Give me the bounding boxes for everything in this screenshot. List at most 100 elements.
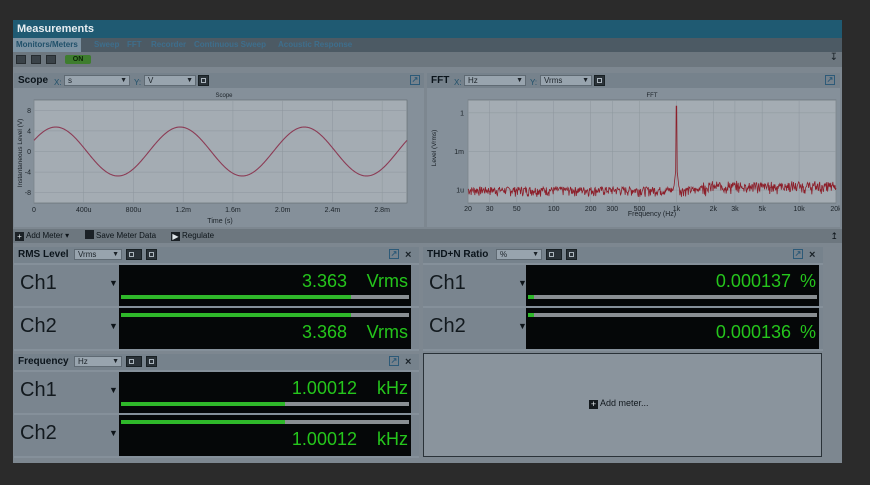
fft-x-unit-value: Hz (468, 76, 478, 85)
fft-popout-icon[interactable]: ↗ (825, 75, 835, 85)
thdn-settings-button[interactable] (566, 249, 577, 260)
add-meter-button[interactable]: + Add Meter ▾ (15, 229, 69, 243)
regulate-button[interactable]: ▶ Regulate (171, 229, 214, 243)
thdn-ch1-unit: % (799, 271, 816, 291)
scope-y-tick-label: -4 (25, 170, 31, 177)
frequency-ch2-name: Ch2 (20, 422, 57, 444)
thdn-header: THD+N Ratio % ▼ ↗ × (423, 247, 823, 263)
rms-level-panel: RMS Level Vrms ▼ ↗ × Ch1 ▼ 3.363 Vrms Ch2… (14, 247, 419, 351)
rms-unit-value: Vrms (78, 250, 97, 259)
tab-fft[interactable]: FFT (124, 38, 145, 52)
rms-ch1-unit: Vrms (366, 271, 408, 291)
scope-y-tick-label: 4 (27, 128, 31, 135)
scope-settings-button[interactable] (198, 75, 209, 86)
rms-close-icon[interactable]: × (405, 248, 411, 263)
tab-recorder[interactable]: Recorder (148, 38, 189, 52)
meter-view-icon[interactable] (31, 55, 41, 64)
thdn-unit-value: % (500, 250, 508, 259)
rms-ch1-readout: 3.363 Vrms (119, 265, 411, 306)
frequency-header: Frequency Hz ▼ ↗ × (14, 354, 419, 370)
fft-x-unit-select[interactable]: Hz ▼ (464, 75, 526, 86)
rms-unit-select[interactable]: Vrms ▼ (74, 249, 122, 260)
fft-y-unit-select[interactable]: Vrms ▼ (540, 75, 592, 86)
frequency-title: Frequency (18, 356, 69, 367)
chevron-down-icon: ▼ (582, 77, 589, 84)
thdn-popout-icon[interactable]: ↗ (793, 249, 803, 259)
scope-y-axis-label: Instantaneous Level (V) (17, 119, 24, 188)
tab-acoustic-response[interactable]: Acoustic Response (275, 38, 355, 52)
thdn-ch1-bar-fill (528, 295, 534, 299)
thdn-ch1-bar (528, 295, 817, 299)
fft-title: FFT (431, 75, 450, 86)
scope-x-axis-label: Time (s) (207, 218, 232, 225)
fft-x-tick-label: 20 (464, 206, 472, 213)
regulate-label: Regulate (182, 231, 215, 240)
fft-x-tick-label: 20k (830, 206, 840, 213)
graph-view-icon[interactable] (46, 55, 56, 64)
scope-x-tick-label: 2.8m (374, 207, 390, 214)
scope-popout-icon[interactable]: ↗ (410, 75, 420, 85)
rms-settings-button[interactable] (146, 249, 157, 260)
rms-popout-icon[interactable]: ↗ (389, 249, 399, 259)
thdn-ch2-bar (528, 313, 817, 317)
chevron-down-icon[interactable]: ▼ (109, 321, 118, 331)
thdn-ch1-row: Ch1 ▼ 0.000137 % (423, 265, 823, 306)
frequency-settings-button[interactable] (146, 356, 157, 367)
thdn-graph-button[interactable] (546, 249, 562, 260)
tab-continuous-sweep[interactable]: Continuous Sweep (191, 38, 269, 52)
frequency-ch2-unit: kHz (377, 429, 408, 449)
frequency-unit-value: Hz (78, 357, 88, 366)
fft-x-tick-label: 30 (486, 206, 494, 213)
scope-x-tick-label: 2.4m (325, 207, 341, 214)
fft-chart-title: FFT (647, 93, 658, 99)
thdn-close-icon[interactable]: × (809, 248, 815, 263)
layout-grid-icon[interactable] (16, 55, 26, 64)
add-meter-placeholder-label: Add meter... (600, 398, 649, 408)
scope-y-unit-select[interactable]: V ▼ (144, 75, 196, 86)
tab-sweep[interactable]: Sweep (91, 38, 122, 52)
thdn-ch1-name: Ch1 (429, 272, 466, 294)
scope-x-tick-label: 2.0m (275, 207, 291, 214)
add-meter-placeholder[interactable]: + Add meter... (589, 398, 649, 409)
on-toggle[interactable]: ON (65, 55, 91, 64)
frequency-ch1-value: 1.00012 (291, 378, 357, 398)
frequency-popout-icon[interactable]: ↗ (389, 356, 399, 366)
tab-monitors-meters[interactable]: Monitors/Meters (13, 38, 81, 52)
fft-y-axis-label: Level (Vrms) (431, 130, 438, 167)
frequency-ch1-row: Ch1 ▼ 1.00012 kHz (14, 372, 419, 413)
frequency-close-icon[interactable]: × (405, 355, 411, 370)
fft-x-axis-label: Frequency (Hz) (628, 211, 676, 218)
rms-ch1-row: Ch1 ▼ 3.363 Vrms (14, 265, 419, 306)
frequency-graph-button[interactable] (126, 356, 142, 367)
frequency-ch2-bar (121, 420, 409, 424)
chevron-down-icon[interactable]: ▼ (109, 278, 118, 288)
expand-icon[interactable]: ↥ (830, 229, 838, 243)
scope-x-unit-select[interactable]: s ▼ (64, 75, 130, 86)
frequency-unit-select[interactable]: Hz ▼ (74, 356, 122, 367)
thdn-ch2-readout: 0.000136 % (526, 308, 819, 349)
save-meter-data-button[interactable]: Save Meter Data (85, 229, 156, 243)
play-icon: ▶ (171, 232, 180, 241)
fft-chart: FFT 20 30 50 100 200 300 500 1k 2k 3k 5k 10k 20k 11m… (427, 88, 840, 227)
collapse-icon[interactable]: ↧ (830, 52, 838, 63)
fft-settings-button[interactable] (594, 75, 605, 86)
scope-x-tick-label: 1.6m (225, 207, 241, 214)
meter-action-bar: + Add Meter ▾ Save Meter Data ▶ Regulate ↥ (13, 229, 842, 243)
scope-x-tick-label: 800u (126, 207, 142, 214)
chevron-down-icon: ▼ (516, 77, 523, 84)
fft-x-tick-label: 5k (758, 206, 766, 213)
fft-x-tick-label: 300 (606, 206, 618, 213)
thdn-ch2-name: Ch2 (429, 315, 466, 337)
chevron-down-icon: ▼ (112, 251, 119, 258)
thdn-unit-select[interactable]: % ▼ (496, 249, 542, 260)
fft-x-tick-label: 100 (548, 206, 560, 213)
rms-header: RMS Level Vrms ▼ ↗ × (14, 247, 419, 263)
add-meter-panel[interactable]: + Add meter... (423, 353, 822, 457)
fft-x-tick-label: 200 (585, 206, 597, 213)
chevron-down-icon[interactable]: ▼ (109, 385, 118, 395)
scope-y-tick-label: -8 (25, 190, 31, 197)
chevron-down-icon[interactable]: ▼ (109, 428, 118, 438)
rms-graph-button[interactable] (126, 249, 142, 260)
frequency-panel: Frequency Hz ▼ ↗ × Ch1 ▼ 1.00012 kHz Ch2 … (14, 354, 419, 458)
scope-chart-title: Scope (215, 93, 233, 99)
